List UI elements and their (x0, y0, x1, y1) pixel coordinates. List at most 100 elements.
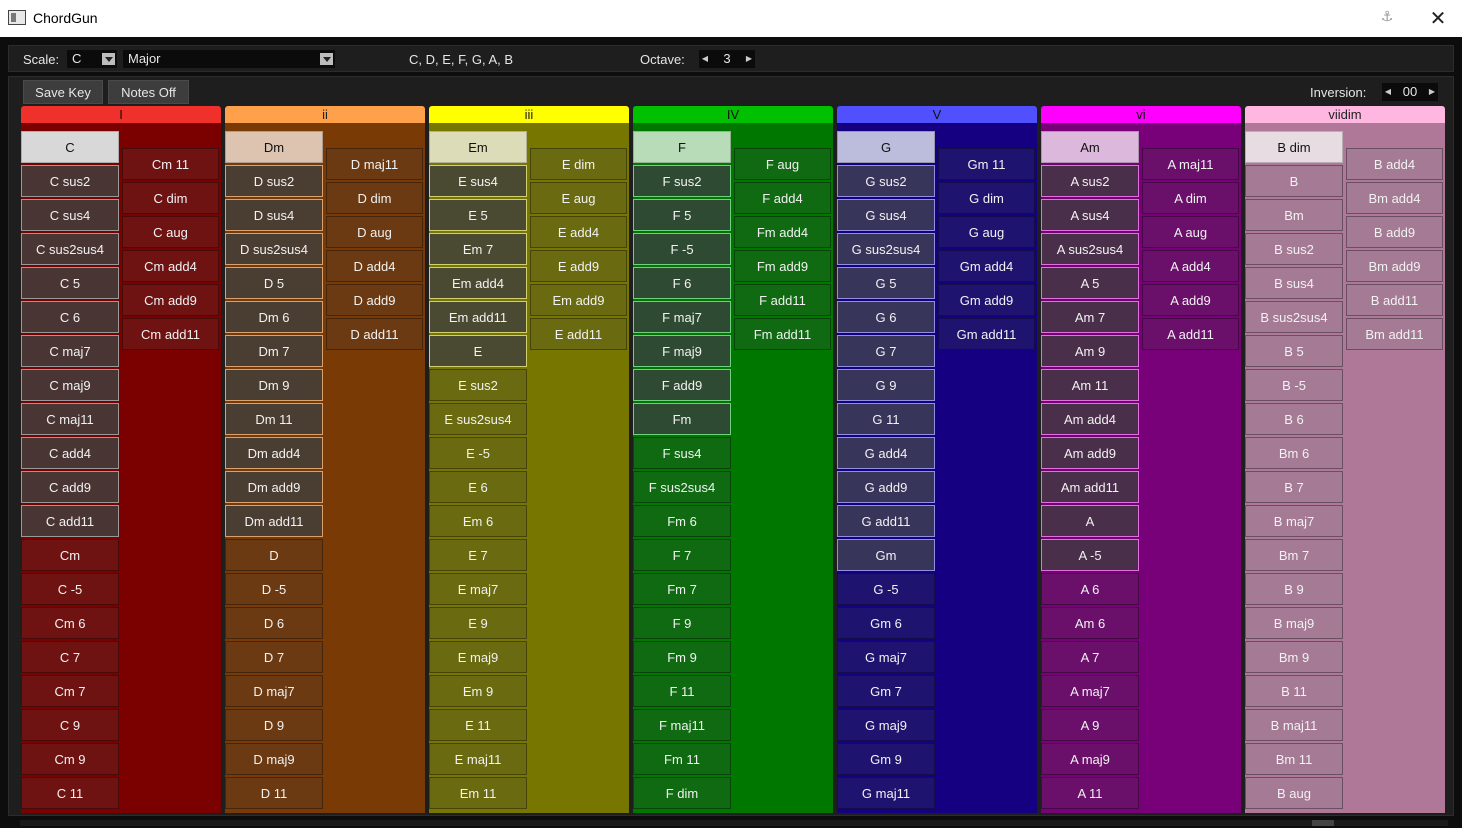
chord-button[interactable]: Dm 7 (225, 335, 323, 367)
chord-button[interactable]: Em 9 (429, 675, 527, 707)
chord-button[interactable]: B sus2sus4 (1245, 301, 1343, 333)
chord-button[interactable]: B add11 (1346, 284, 1443, 316)
chord-button[interactable]: A dim (1142, 182, 1239, 214)
chord-button[interactable]: A 6 (1041, 573, 1139, 605)
chord-button[interactable]: Dm 6 (225, 301, 323, 333)
chord-button[interactable]: A add4 (1142, 250, 1239, 282)
chord-button[interactable]: Cm 9 (21, 743, 119, 775)
chord-button[interactable]: Dm 11 (225, 403, 323, 435)
chord-button[interactable]: F add4 (734, 182, 831, 214)
chord-button[interactable]: Gm (837, 539, 935, 571)
chord-button[interactable]: F add11 (734, 284, 831, 316)
scrollbar-thumb[interactable] (1312, 820, 1334, 826)
chord-button[interactable]: F 7 (633, 539, 731, 571)
chord-button[interactable]: Gm add9 (938, 284, 1035, 316)
chord-button[interactable]: D dim (326, 182, 423, 214)
chord-button[interactable]: E add11 (530, 318, 627, 350)
chord-button[interactable]: D maj11 (326, 148, 423, 180)
chord-button[interactable]: E add4 (530, 216, 627, 248)
chord-button[interactable]: Fm 7 (633, 573, 731, 605)
chord-button[interactable]: A sus4 (1041, 199, 1139, 231)
chord-button[interactable]: D add11 (326, 318, 423, 350)
chord-button[interactable]: G (837, 131, 935, 163)
chord-button[interactable]: F add9 (633, 369, 731, 401)
chord-button[interactable]: Cm (21, 539, 119, 571)
chord-button[interactable]: B (1245, 165, 1343, 197)
chord-button[interactable]: C 7 (21, 641, 119, 673)
chord-button[interactable]: Bm 11 (1245, 743, 1343, 775)
chord-button[interactable]: Dm add9 (225, 471, 323, 503)
chord-button[interactable]: F 9 (633, 607, 731, 639)
chord-button[interactable]: G add4 (837, 437, 935, 469)
chord-button[interactable]: Em add11 (429, 301, 527, 333)
chord-button[interactable]: C (21, 131, 119, 163)
chord-button[interactable]: B maj9 (1245, 607, 1343, 639)
chord-button[interactable]: F sus2 (633, 165, 731, 197)
chord-button[interactable]: C 11 (21, 777, 119, 809)
chord-button[interactable]: B sus2 (1245, 233, 1343, 265)
chord-button[interactable]: G maj9 (837, 709, 935, 741)
chord-button[interactable]: Am 11 (1041, 369, 1139, 401)
chord-button[interactable]: Bm 7 (1245, 539, 1343, 571)
chord-button[interactable]: Gm add11 (938, 318, 1035, 350)
chord-button[interactable]: Em 6 (429, 505, 527, 537)
chord-button[interactable]: D 9 (225, 709, 323, 741)
chord-button[interactable]: F 6 (633, 267, 731, 299)
chord-button[interactable]: Bm (1245, 199, 1343, 231)
chord-button[interactable]: F dim (633, 777, 731, 809)
chord-button[interactable]: F sus2sus4 (633, 471, 731, 503)
chord-button[interactable]: B maj11 (1245, 709, 1343, 741)
chord-button[interactable]: G sus2 (837, 165, 935, 197)
chord-button[interactable]: Em (429, 131, 527, 163)
chord-button[interactable]: F 11 (633, 675, 731, 707)
chord-button[interactable]: D 11 (225, 777, 323, 809)
chord-button[interactable]: F maj9 (633, 335, 731, 367)
chord-button[interactable]: C dim (122, 182, 219, 214)
chord-button[interactable]: C 5 (21, 267, 119, 299)
chord-button[interactable]: D aug (326, 216, 423, 248)
chord-button[interactable]: E 6 (429, 471, 527, 503)
chord-button[interactable]: Gm 7 (837, 675, 935, 707)
chord-button[interactable]: Bm 9 (1245, 641, 1343, 673)
chord-button[interactable]: C maj9 (21, 369, 119, 401)
chord-button[interactable]: F maj7 (633, 301, 731, 333)
chord-button[interactable]: B add9 (1346, 216, 1443, 248)
chord-button[interactable]: B 9 (1245, 573, 1343, 605)
increment-icon[interactable]: ▶ (1426, 83, 1438, 101)
chord-button[interactable]: Bm add4 (1346, 182, 1443, 214)
chord-button[interactable]: Gm add4 (938, 250, 1035, 282)
chord-button[interactable]: E add9 (530, 250, 627, 282)
chord-button[interactable]: Cm 11 (122, 148, 219, 180)
chord-button[interactable]: D 6 (225, 607, 323, 639)
chord-button[interactable]: E maj9 (429, 641, 527, 673)
increment-icon[interactable]: ▶ (743, 50, 755, 68)
chord-button[interactable]: Fm (633, 403, 731, 435)
chord-button[interactable]: Em 7 (429, 233, 527, 265)
chord-button[interactable]: E sus2sus4 (429, 403, 527, 435)
chord-button[interactable]: E 7 (429, 539, 527, 571)
chord-button[interactable]: A 11 (1041, 777, 1139, 809)
chord-button[interactable]: G dim (938, 182, 1035, 214)
chord-button[interactable]: B sus4 (1245, 267, 1343, 299)
chord-button[interactable]: B add4 (1346, 148, 1443, 180)
chord-button[interactable]: C maj11 (21, 403, 119, 435)
chord-button[interactable]: C 6 (21, 301, 119, 333)
chord-button[interactable]: E sus4 (429, 165, 527, 197)
chord-button[interactable]: G 11 (837, 403, 935, 435)
chord-button[interactable]: Dm (225, 131, 323, 163)
chord-button[interactable]: G add9 (837, 471, 935, 503)
chord-button[interactable]: Cm add9 (122, 284, 219, 316)
chord-button[interactable]: D sus4 (225, 199, 323, 231)
chord-button[interactable]: D sus2 (225, 165, 323, 197)
chord-button[interactable]: C sus2sus4 (21, 233, 119, 265)
chord-button[interactable]: D maj9 (225, 743, 323, 775)
chord-button[interactable]: F -5 (633, 233, 731, 265)
chord-button[interactable]: C sus2 (21, 165, 119, 197)
chord-button[interactable]: Dm 9 (225, 369, 323, 401)
save-key-button[interactable]: Save Key (23, 80, 103, 104)
chord-button[interactable]: Fm add11 (734, 318, 831, 350)
chord-button[interactable]: Cm add4 (122, 250, 219, 282)
chord-button[interactable]: Gm 9 (837, 743, 935, 775)
chord-button[interactable]: A add9 (1142, 284, 1239, 316)
chord-button[interactable]: G sus2sus4 (837, 233, 935, 265)
